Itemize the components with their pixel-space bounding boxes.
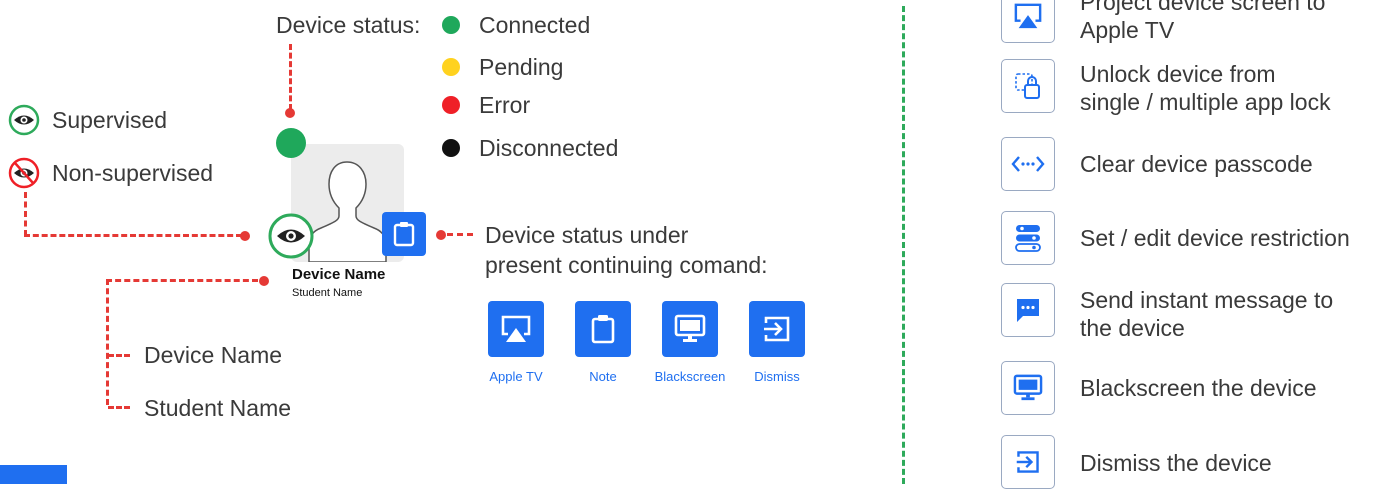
apple-tv-button[interactable] xyxy=(488,301,544,357)
name-callout-hline xyxy=(106,279,258,282)
unlock-command-icon[interactable] xyxy=(1001,59,1055,113)
code-icon xyxy=(1011,156,1045,172)
project-apple-tv-command-icon[interactable] xyxy=(1001,0,1055,43)
connected-dot-icon xyxy=(442,16,460,34)
device-name-callout-tick xyxy=(108,354,130,357)
status-connected-label: Connected xyxy=(479,12,591,38)
accent-block xyxy=(0,465,67,484)
blackscreen-button-label: Blackscreen xyxy=(654,369,726,384)
name-callout-dot xyxy=(259,276,269,286)
command-message-line2: the device xyxy=(1080,315,1185,341)
command-blackscreen: Blackscreen the device xyxy=(1080,375,1317,401)
exit-icon xyxy=(764,316,790,342)
non-supervised-eye-icon xyxy=(8,157,40,189)
student-name-callout-tick xyxy=(108,406,130,409)
status-callout-line xyxy=(289,44,292,110)
dismiss-command-icon[interactable] xyxy=(1001,435,1055,489)
name-callout-vline xyxy=(106,279,109,405)
command-dismiss: Dismiss the device xyxy=(1080,450,1272,476)
message-command-icon[interactable] xyxy=(1001,283,1055,337)
device-card-name: Device Name xyxy=(292,266,386,283)
supervised-label: Supervised xyxy=(52,107,168,133)
status-pending-label: Pending xyxy=(479,54,564,80)
command-restriction: Set / edit device restriction xyxy=(1080,225,1350,251)
status-error-label: Error xyxy=(479,92,531,118)
command-message-line1: Send instant message to xyxy=(1080,287,1334,313)
disconnected-dot-icon xyxy=(442,139,460,157)
command-unlock-line1: Unlock device from xyxy=(1080,61,1276,87)
restriction-icon xyxy=(1015,225,1041,252)
clipboard-icon xyxy=(591,315,615,344)
message-icon xyxy=(1017,299,1039,322)
pending-dot-icon xyxy=(442,58,460,76)
supervision-callout-dot xyxy=(240,231,250,241)
error-dot-icon xyxy=(442,96,460,114)
monitor-icon xyxy=(674,314,706,342)
command-callout-dot xyxy=(436,230,446,240)
command-project-line1: Project device screen to xyxy=(1080,0,1326,15)
status-legend-title: Device status: xyxy=(276,12,421,38)
section-divider xyxy=(902,6,905,484)
supervised-eye-icon xyxy=(8,104,40,136)
non-supervised-label: Non-supervised xyxy=(52,160,214,186)
command-project-line2: Apple TV xyxy=(1080,17,1175,43)
continuing-command-title-1: Device status under xyxy=(485,222,689,248)
device-note-status-icon xyxy=(382,212,426,256)
clear-passcode-command-icon[interactable] xyxy=(1001,137,1055,191)
airplay-icon xyxy=(501,315,531,342)
device-status-dot-icon xyxy=(276,128,306,158)
continuing-command-title-2: present continuing comand: xyxy=(485,252,768,278)
apple-tv-button-label: Apple TV xyxy=(489,369,543,384)
supervision-callout-vline xyxy=(24,192,27,236)
device-name-callout-label: Device Name xyxy=(144,342,283,368)
dismiss-button-label: Dismiss xyxy=(754,369,800,384)
status-callout-dot xyxy=(285,108,295,118)
exit-icon xyxy=(1016,451,1039,473)
device-card-student: Student Name xyxy=(292,287,363,299)
supervision-callout-hline xyxy=(24,234,242,237)
restriction-command-icon[interactable] xyxy=(1001,211,1055,265)
dismiss-button[interactable] xyxy=(749,301,805,357)
note-button[interactable] xyxy=(575,301,631,357)
command-unlock-line2: single / multiple app lock xyxy=(1080,89,1331,115)
status-disconnected-label: Disconnected xyxy=(479,135,619,161)
device-supervised-eye-icon xyxy=(268,213,314,259)
note-button-label: Note xyxy=(589,369,617,384)
unlock-icon xyxy=(1015,73,1040,99)
monitor-icon xyxy=(1013,374,1043,401)
blackscreen-button[interactable] xyxy=(662,301,718,357)
command-callout-line xyxy=(447,233,473,236)
blackscreen-command-icon[interactable] xyxy=(1001,361,1055,415)
command-clear-passcode: Clear device passcode xyxy=(1080,151,1313,177)
student-name-callout-label: Student Name xyxy=(144,395,292,421)
airplay-icon xyxy=(1014,3,1042,29)
